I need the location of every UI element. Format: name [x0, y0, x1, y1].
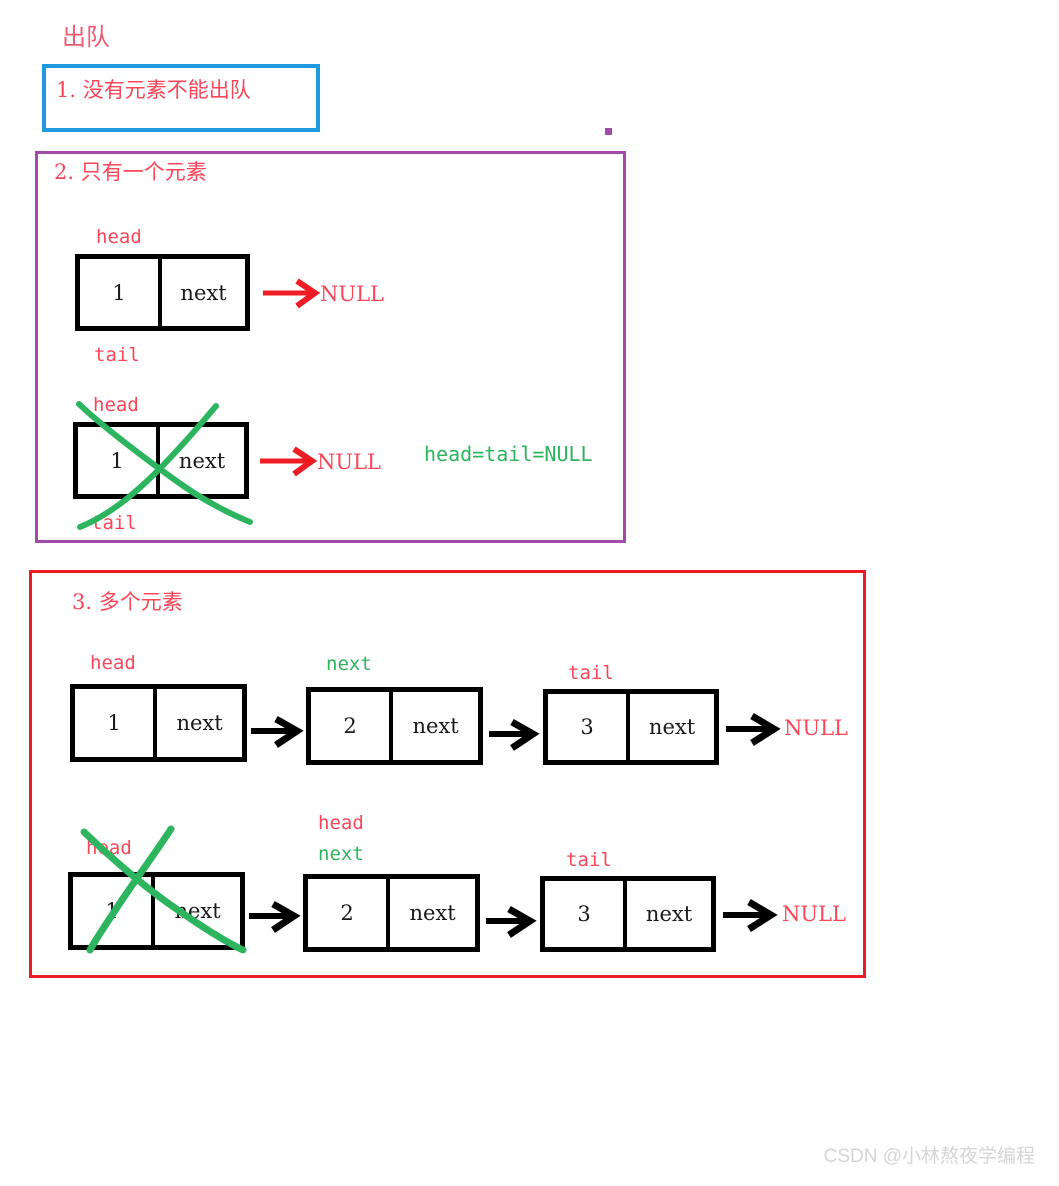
node-value: 1 [75, 689, 158, 757]
list-node: 2 next [303, 874, 480, 952]
null-terminator: NULL [320, 282, 384, 306]
node-value: 2 [308, 879, 391, 947]
list-node: 3 next [543, 689, 719, 765]
annotation-head-tail-null: head=tail=NULL [424, 442, 593, 466]
section-label-case-1: 1. 没有元素不能出队 [56, 78, 251, 102]
list-node: 1 next [70, 684, 247, 762]
pointer-label-head: head [93, 394, 139, 416]
list-node: 2 next [306, 687, 483, 765]
list-node: 3 next [540, 876, 716, 952]
null-terminator: NULL [782, 902, 846, 926]
pointer-label-head: head [96, 226, 142, 248]
stray-dot-marker [605, 128, 612, 135]
pointer-label-tail: tail [568, 662, 614, 684]
node-next-field: next [645, 902, 693, 926]
pointer-label-next: next [318, 843, 364, 865]
null-terminator: NULL [784, 716, 848, 740]
watermark: CSDN @小林熬夜学编程 [823, 1146, 1035, 1167]
null-terminator: NULL [317, 450, 381, 474]
pointer-label-next: next [326, 653, 372, 675]
node-value: 1 [78, 427, 161, 494]
node-next-field: next [409, 901, 456, 925]
list-node-removed: 1 next [73, 422, 249, 499]
list-node: 1 next [75, 254, 250, 331]
diagram-canvas: 出队 1. 没有元素不能出队 2. 只有一个元素 head 1 next tai… [0, 0, 1059, 1186]
node-next-field: next [176, 711, 223, 735]
node-value: 3 [545, 881, 628, 947]
node-next-field: next [178, 448, 226, 473]
node-next-field: next [174, 899, 221, 923]
node-next-field: next [648, 715, 696, 739]
page-title: 出队 [62, 23, 110, 51]
node-next-field: next [412, 714, 459, 738]
node-value: 3 [548, 694, 631, 760]
node-value: 2 [311, 692, 394, 760]
node-value: 1 [73, 877, 156, 945]
pointer-label-head: head [86, 837, 132, 859]
section-label-case-2: 2. 只有一个元素 [54, 160, 207, 184]
node-next-field: next [180, 280, 227, 305]
pointer-label-tail: tail [91, 512, 137, 534]
pointer-label-head: head [318, 812, 364, 834]
list-node-removed: 1 next [68, 872, 245, 950]
pointer-label-tail: tail [94, 344, 140, 366]
pointer-label-tail: tail [566, 849, 612, 871]
section-label-case-3: 3. 多个元素 [72, 590, 183, 614]
node-value: 1 [80, 259, 163, 326]
pointer-label-head: head [90, 652, 136, 674]
